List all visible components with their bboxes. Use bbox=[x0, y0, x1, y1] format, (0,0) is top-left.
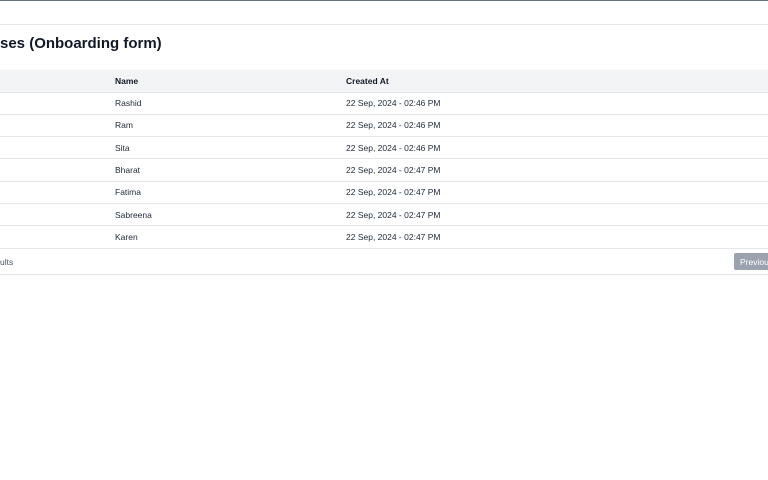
results-count-text: ults bbox=[0, 257, 14, 267]
column-header-created-at: Created At bbox=[346, 70, 768, 93]
column-header-name: Name bbox=[115, 70, 346, 93]
responses-table: Name Created At Rashid 22 Sep, 2024 - 02… bbox=[0, 70, 768, 249]
row-first-cell bbox=[0, 158, 115, 182]
table-row[interactable]: Sita 22 Sep, 2024 - 02:46 PM bbox=[0, 136, 768, 160]
pagination-footer: ults Previous bbox=[0, 251, 768, 275]
row-name: Rashid bbox=[115, 92, 346, 115]
row-created-at: 22 Sep, 2024 - 02:47 PM bbox=[346, 203, 768, 227]
row-first-cell bbox=[0, 181, 115, 204]
previous-page-button[interactable]: Previous bbox=[734, 253, 768, 270]
row-first-cell bbox=[0, 225, 115, 249]
row-created-at: 22 Sep, 2024 - 02:46 PM bbox=[346, 92, 768, 115]
table-row[interactable]: Karen 22 Sep, 2024 - 02:47 PM bbox=[0, 225, 768, 249]
column-header-first bbox=[0, 70, 115, 93]
page: ses (Onboarding form) Name Created At Ra… bbox=[0, 0, 768, 480]
row-created-at: 22 Sep, 2024 - 02:46 PM bbox=[346, 114, 768, 138]
table-row[interactable]: Ram 22 Sep, 2024 - 02:46 PM bbox=[0, 114, 768, 138]
row-name: Bharat bbox=[115, 158, 346, 182]
table-row[interactable]: Bharat 22 Sep, 2024 - 02:47 PM bbox=[0, 158, 768, 182]
row-name: Sabreena bbox=[115, 203, 346, 227]
row-first-cell bbox=[0, 203, 115, 227]
row-first-cell bbox=[0, 92, 115, 115]
table-header-row: Name Created At bbox=[0, 70, 768, 93]
row-name: Ram bbox=[115, 114, 346, 138]
table-row[interactable]: Fatima 22 Sep, 2024 - 02:47 PM bbox=[0, 181, 768, 204]
row-name: Fatima bbox=[115, 181, 346, 204]
page-title: ses (Onboarding form) bbox=[0, 35, 162, 52]
row-created-at: 22 Sep, 2024 - 02:46 PM bbox=[346, 136, 768, 160]
responses-table-container: Name Created At Rashid 22 Sep, 2024 - 02… bbox=[0, 70, 768, 249]
row-name: Sita bbox=[115, 136, 346, 160]
table-row[interactable]: Rashid 22 Sep, 2024 - 02:46 PM bbox=[0, 92, 768, 115]
table-row[interactable]: Sabreena 22 Sep, 2024 - 02:47 PM bbox=[0, 203, 768, 227]
top-bar bbox=[0, 0, 768, 25]
row-created-at: 22 Sep, 2024 - 02:47 PM bbox=[346, 158, 768, 182]
row-created-at: 22 Sep, 2024 - 02:47 PM bbox=[346, 225, 768, 249]
row-first-cell bbox=[0, 136, 115, 160]
row-created-at: 22 Sep, 2024 - 02:47 PM bbox=[346, 181, 768, 204]
row-name: Karen bbox=[115, 225, 346, 249]
row-first-cell bbox=[0, 114, 115, 138]
